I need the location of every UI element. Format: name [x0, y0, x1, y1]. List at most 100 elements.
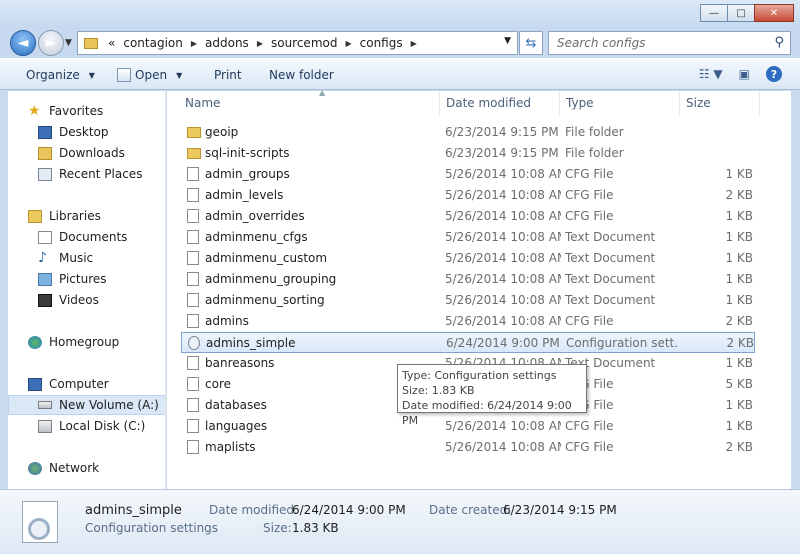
sidebar-item-network[interactable]: Network	[28, 458, 165, 478]
sidebar-item-videos[interactable]: Videos	[38, 290, 165, 310]
file-size: 5 KB	[725, 377, 753, 391]
file-row[interactable]: adminmenu_cfgs 5/26/2014 10:08 AM Text Doc…	[181, 227, 755, 248]
details-date-modified-label: Date modified:	[209, 503, 299, 517]
breadcrumb-overflow[interactable]: «	[104, 36, 119, 50]
file-date-modified: 5/26/2014 10:08 AM	[445, 251, 561, 265]
file-row[interactable]: admin_overrides 5/26/2014 10:08 AM CFG Fil…	[181, 206, 755, 227]
minimize-button[interactable]: —	[700, 4, 728, 22]
file-row[interactable]: admins 5/26/2014 10:08 AM CFG File 2 KB	[181, 311, 755, 332]
file-size: 1 KB	[725, 356, 753, 370]
breadcrumb-sourcemod[interactable]: sourcemod	[267, 36, 342, 50]
new-folder-button[interactable]: New folder	[269, 68, 334, 82]
sidebar-item-favorites[interactable]: ★ Favorites	[28, 101, 165, 121]
sidebar-item-recent-places[interactable]: Recent Places	[38, 164, 165, 184]
sidebar-item-pictures[interactable]: Pictures	[38, 269, 165, 289]
file-name: adminmenu_custom	[205, 251, 328, 265]
sidebar-item-desktop[interactable]: Desktop	[38, 122, 165, 142]
breadcrumb-addons[interactable]: addons	[201, 36, 253, 50]
file-row[interactable]: adminmenu_custom 5/26/2014 10:08 AM Text D…	[181, 248, 755, 269]
forward-button[interactable]: ►	[38, 30, 64, 56]
sidebar-item-music[interactable]: ♪ Music	[38, 248, 165, 268]
column-header-type[interactable]: Type	[562, 91, 680, 115]
file-size: 1 KB	[725, 209, 753, 223]
file-size: 1 KB	[725, 293, 753, 307]
sidebar-item-libraries[interactable]: Libraries	[28, 206, 165, 226]
sidebar-item-documents[interactable]: Documents	[38, 227, 165, 247]
computer-icon	[28, 377, 42, 391]
file-row[interactable]: adminmenu_grouping 5/26/2014 10:08 AM Text…	[181, 269, 755, 290]
search-input[interactable]: Search configs ⚲	[548, 31, 791, 55]
network-icon	[28, 461, 42, 475]
file-date-modified: 5/26/2014 10:08 AM	[445, 293, 561, 307]
recent-pages-dropdown[interactable]: ▼	[65, 38, 72, 48]
sidebar-item-label: Pictures	[59, 272, 107, 286]
organize-button[interactable]: Organize ▼	[26, 68, 95, 82]
refresh-button[interactable]: ⇆	[519, 31, 543, 55]
file-icon	[187, 419, 199, 433]
sidebar-item-label: Network	[49, 461, 100, 475]
sidebar-item-homegroup[interactable]: Homegroup	[28, 332, 165, 352]
file-type: Text Document	[565, 272, 656, 286]
open-icon	[117, 68, 131, 82]
chevron-right-icon[interactable]: ▶	[407, 39, 421, 48]
search-icon[interactable]: ⚲	[774, 35, 784, 50]
file-icon	[187, 272, 199, 286]
chevron-right-icon[interactable]: ▶	[341, 39, 355, 48]
file-size: 1 KB	[725, 251, 753, 265]
refresh-icon: ⇆	[525, 35, 537, 51]
file-row[interactable]: geoip 6/23/2014 9:15 PM File folder	[181, 122, 755, 143]
chevron-right-icon[interactable]: ▶	[253, 39, 267, 48]
close-button[interactable]: ✕	[754, 4, 794, 22]
column-header-size[interactable]: Size	[682, 91, 760, 115]
arrow-right-icon: ►	[45, 35, 57, 51]
column-header-name[interactable]: Name ▲	[181, 88, 440, 115]
documents-icon	[38, 230, 52, 244]
sidebar-item-label: Computer	[49, 377, 109, 391]
chevron-down-icon[interactable]: ▼	[504, 36, 511, 46]
file-row[interactable]: admin_levels 5/26/2014 10:08 AM CFG File 2 …	[181, 185, 755, 206]
file-row[interactable]: admin_groups 5/26/2014 10:08 AM CFG File 1 …	[181, 164, 755, 185]
help-icon[interactable]: ?	[766, 66, 782, 82]
file-row[interactable]: adminmenu_sorting 5/26/2014 10:08 AM Text …	[181, 290, 755, 311]
star-icon: ★	[28, 102, 41, 119]
tooltip-size: Size: 1.83 KB	[402, 384, 475, 397]
details-date-created: 6/23/2014 9:15 PM	[503, 503, 617, 517]
file-date-modified: 6/23/2014 9:15 PM	[445, 125, 559, 139]
file-row[interactable]: sql-init-scripts 6/23/2014 9:15 PM File fo…	[181, 143, 755, 164]
details-date-modified: 6/24/2014 9:00 PM	[292, 503, 406, 517]
breadcrumb-contagion[interactable]: contagion	[119, 36, 187, 50]
open-label: Open	[135, 68, 168, 82]
file-name: admin_levels	[205, 188, 284, 202]
change-view-icon[interactable]: ☷ ▼	[699, 67, 723, 81]
file-type: Text Document	[565, 251, 656, 265]
maximize-button[interactable]: □	[727, 4, 755, 22]
print-button[interactable]: Print	[214, 68, 242, 82]
chevron-down-icon: ▼	[88, 70, 95, 80]
breadcrumb-configs[interactable]: configs	[356, 36, 407, 50]
back-button[interactable]: ◄	[10, 30, 36, 56]
file-row[interactable]: admins_simple 6/24/2014 9:00 PM Configurat…	[181, 332, 755, 353]
folder-icon	[84, 37, 98, 49]
file-date-modified: 5/26/2014 10:08 AM	[445, 230, 561, 244]
chevron-down-icon: ▼	[176, 70, 183, 80]
chevron-right-icon[interactable]: ▶	[187, 39, 201, 48]
sidebar-item-label: Recent Places	[59, 167, 143, 181]
new-folder-label: New folder	[269, 68, 334, 82]
sidebar-item-computer[interactable]: Computer	[28, 374, 165, 394]
file-row[interactable]: maplists 5/26/2014 10:08 AM CFG File 2 KB	[181, 437, 755, 458]
config-file-icon	[22, 501, 58, 543]
sidebar-item-new-volume[interactable]: New Volume (A:)	[8, 395, 165, 415]
sidebar-item-downloads[interactable]: Downloads	[38, 143, 165, 163]
column-header-date-modified[interactable]: Date modified	[442, 91, 560, 115]
preview-pane-icon[interactable]: ▣	[739, 67, 750, 81]
sidebar-item-label: Libraries	[49, 209, 101, 223]
file-name: admins_simple	[206, 336, 296, 350]
sidebar-item-label: Videos	[59, 293, 99, 307]
address-bar[interactable]: « contagion ▶ addons ▶ sourcemod ▶ confi…	[77, 31, 518, 55]
file-icon	[187, 314, 199, 328]
sidebar-item-local-disk[interactable]: Local Disk (C:)	[38, 416, 165, 436]
open-button[interactable]: Open ▼	[117, 68, 182, 82]
recent-places-icon	[38, 167, 52, 181]
file-type: File folder	[565, 146, 624, 160]
file-type: Text Document	[565, 293, 656, 307]
